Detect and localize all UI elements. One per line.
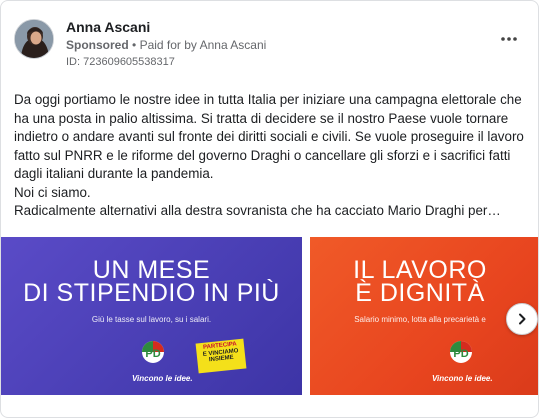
sponsored-meta: Sponsored • Paid for by Anna Ascani — [66, 38, 266, 52]
more-options-button[interactable] — [500, 29, 518, 47]
more-horizontal-icon — [501, 37, 517, 41]
paid-for-label: Paid for by Anna Ascani — [139, 38, 267, 52]
ad-id: ID: 723609605538317 — [66, 56, 175, 68]
carousel-slide-2[interactable]: IL LAVORO È DIGNITÀ Salario minimo, lott… — [310, 237, 538, 395]
author-name[interactable]: Anna Ascani — [66, 19, 150, 35]
meta-separator: • — [132, 38, 137, 52]
slide-tagline: Vincono le idee. — [432, 374, 493, 383]
pd-logo-text: PD — [453, 348, 468, 360]
pd-logo-icon: PD — [142, 341, 164, 363]
pd-logo-text: PD — [145, 348, 160, 360]
slide-subtitle: Giù le tasse sul lavoro, su i salari. — [91, 315, 212, 324]
slide-headline-line: È DIGNITÀ — [355, 279, 485, 307]
partecipa-sticker: PARTECIPA E VINCIAMO INSIEME — [195, 338, 247, 374]
slide-headline: UN MESE DI STIPENDIO IN PIÙ — [1, 258, 302, 307]
post-header: Anna Ascani Sponsored • Paid for by Anna… — [14, 15, 528, 75]
carousel-slide-1[interactable]: UN MESE DI STIPENDIO IN PIÙ Giù le tasse… — [1, 237, 302, 395]
sponsored-label: Sponsored — [66, 38, 129, 52]
pd-logo-icon: PD — [450, 341, 472, 363]
post-paragraph: Noi ci siamo. — [14, 184, 91, 200]
slide-tagline: Vincono le idee. — [132, 374, 193, 383]
author-avatar[interactable] — [14, 19, 54, 59]
carousel-next-button[interactable] — [506, 303, 538, 335]
slide-headline-line: DI STIPENDIO IN PIÙ — [23, 279, 280, 307]
slide-headline: IL LAVORO È DIGNITÀ — [320, 258, 520, 307]
post-paragraph: Da oggi portiamo le nostre idee in tutta… — [14, 92, 524, 181]
post-body: Da oggi portiamo le nostre idee in tutta… — [14, 91, 532, 221]
image-carousel: UN MESE DI STIPENDIO IN PIÙ Giù le tasse… — [1, 237, 538, 409]
avatar-photo-icon — [15, 20, 53, 58]
chevron-right-icon — [519, 313, 526, 325]
post-paragraph: Radicalmente alternativi alla destra sov… — [14, 203, 501, 218]
slide-subtitle: Salario minimo, lotta alla precarietà e — [354, 315, 486, 324]
sponsored-post-card: Anna Ascani Sponsored • Paid for by Anna… — [0, 0, 539, 418]
